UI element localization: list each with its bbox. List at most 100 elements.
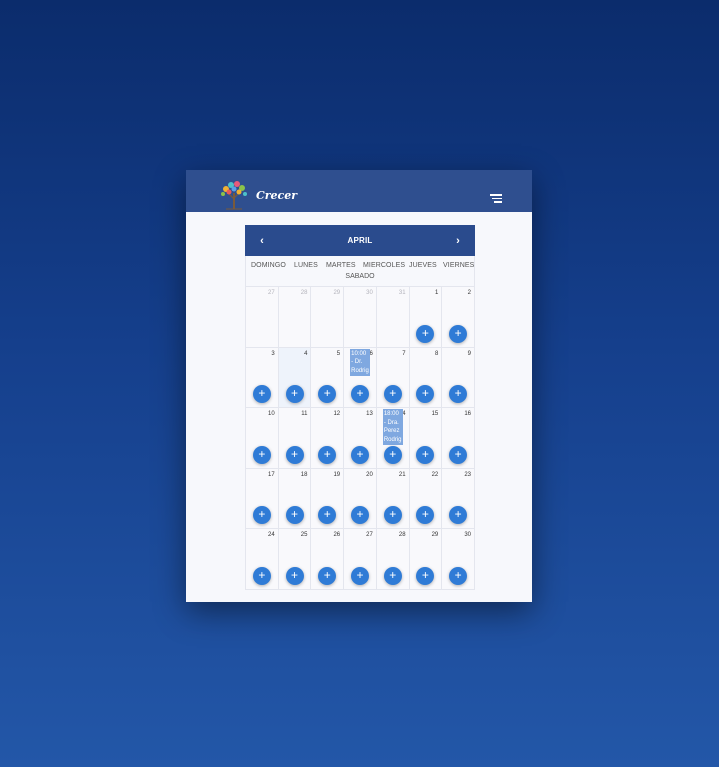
logo-text: Crecer xyxy=(256,189,298,202)
day-cell[interactable]: 28 xyxy=(278,287,312,348)
day-number: 24 xyxy=(268,532,275,538)
day-cell[interactable]: 27 xyxy=(246,287,279,348)
add-appointment-button[interactable]: + xyxy=(350,506,369,524)
day-cell[interactable]: 29 xyxy=(311,287,345,348)
day-cell[interactable]: 21 + xyxy=(376,468,410,529)
weekday-label: DOMINGO xyxy=(251,262,286,269)
day-number: 27 xyxy=(268,290,275,296)
add-appointment-button[interactable]: + xyxy=(416,506,435,524)
day-number: 26 xyxy=(333,532,341,538)
day-cell[interactable]: 19 + xyxy=(311,468,345,529)
day-cell[interactable]: 30 xyxy=(344,287,377,348)
day-cell[interactable]: 13 + xyxy=(344,408,377,469)
day-cell[interactable]: 20 + xyxy=(344,468,377,529)
day-number: 16 xyxy=(464,411,471,417)
day-cell[interactable]: 2 + xyxy=(442,287,475,348)
add-appointment-button[interactable]: + xyxy=(449,445,468,464)
add-appointment-button[interactable]: + xyxy=(416,385,435,403)
day-number: 7 xyxy=(402,350,406,357)
event-text: Rodrig xyxy=(383,436,402,443)
add-appointment-button[interactable]: + xyxy=(318,445,337,464)
day-cell[interactable]: 1 + xyxy=(409,287,443,348)
day-number: 29 xyxy=(431,532,439,538)
add-appointment-button[interactable]: + xyxy=(449,324,468,343)
day-cell[interactable]: 26 + xyxy=(311,529,345,590)
add-appointment-button[interactable]: + xyxy=(449,566,468,585)
day-cell[interactable]: 9 + xyxy=(442,347,475,408)
add-appointment-button[interactable]: + xyxy=(318,385,337,403)
appointment-event[interactable]: 10:00 - Dr. Rodrig xyxy=(350,348,371,376)
calendar-grid: 27 28 29 30 31 1 +2 +3 +4 +5 +6 10:00- Dr. Rodrig +7 +… xyxy=(245,286,475,590)
weekday-label: VIERNES xyxy=(443,262,475,269)
add-appointment-button[interactable]: + xyxy=(383,506,402,524)
add-appointment-button[interactable]: + xyxy=(383,385,402,403)
day-number: 3 xyxy=(271,350,275,357)
weekday-header: DOMINGO LUNES MARTES MIERCOLES JUEVES VI… xyxy=(245,256,475,286)
day-cell[interactable]: 28 + xyxy=(376,529,410,590)
add-appointment-button[interactable]: + xyxy=(318,566,337,585)
day-cell[interactable]: 27 + xyxy=(344,529,377,590)
app-window: Crecer ‹ APRIL › DOMINGO LUNES MARTES MI… xyxy=(186,170,532,602)
day-cell[interactable]: 30 + xyxy=(442,529,475,590)
add-appointment-button[interactable]: + xyxy=(285,445,304,464)
day-cell[interactable]: 24 + xyxy=(246,529,279,590)
add-appointment-button[interactable]: + xyxy=(318,506,337,524)
day-number: 22 xyxy=(431,471,439,478)
day-cell[interactable]: 7 + xyxy=(376,347,410,408)
day-cell[interactable]: 6 10:00- Dr. Rodrig + xyxy=(344,347,377,408)
add-appointment-button[interactable]: + xyxy=(416,566,435,585)
weekday-label: MIERCOLES xyxy=(363,262,406,269)
add-appointment-button[interactable]: + xyxy=(285,385,304,403)
add-appointment-button[interactable]: + xyxy=(252,566,271,585)
add-appointment-button[interactable]: + xyxy=(383,566,402,585)
day-cell[interactable]: 8 + xyxy=(409,347,443,408)
event-text: 10:00 xyxy=(351,350,367,357)
day-number: 15 xyxy=(431,411,439,417)
day-cell[interactable]: 17 + xyxy=(246,468,279,529)
day-number: 10 xyxy=(268,411,275,417)
day-cell[interactable]: 22 + xyxy=(409,468,443,529)
calendar-header: ‹ APRIL › xyxy=(245,225,475,256)
day-cell[interactable]: 23 + xyxy=(442,468,475,529)
day-number: 13 xyxy=(366,411,373,417)
day-cell[interactable]: 3 + xyxy=(246,347,279,408)
day-cell[interactable]: 11 + xyxy=(278,408,312,469)
calendar: ‹ APRIL › DOMINGO LUNES MARTES MIERCOLES… xyxy=(245,225,475,590)
add-appointment-button[interactable]: + xyxy=(252,506,271,524)
add-appointment-button[interactable]: + xyxy=(252,385,271,403)
day-cell[interactable]: 15 + xyxy=(409,408,443,469)
add-appointment-button[interactable]: + xyxy=(350,385,369,403)
day-cell[interactable]: 10 + xyxy=(246,408,279,469)
day-cell[interactable]: 31 xyxy=(376,287,410,348)
appointment-event[interactable]: 18:00 - Dra. Perez Rodrig xyxy=(382,409,403,445)
day-cell[interactable]: 5 + xyxy=(311,347,345,408)
day-cell[interactable]: 12 + xyxy=(311,408,345,469)
day-number: 18 xyxy=(300,471,308,478)
add-appointment-button[interactable]: + xyxy=(350,566,369,585)
day-cell[interactable]: 4 + xyxy=(278,347,312,408)
day-cell[interactable]: 18 + xyxy=(278,468,312,529)
add-appointment-button[interactable]: + xyxy=(285,506,304,524)
day-cell[interactable]: 1418:00- Dra.PerezRodrig+ xyxy=(376,408,410,469)
day-number: 27 xyxy=(366,532,373,538)
day-cell[interactable]: 16 + xyxy=(442,408,475,469)
add-appointment-button[interactable]: + xyxy=(416,445,435,464)
day-number: 28 xyxy=(398,532,406,538)
add-appointment-button[interactable]: + xyxy=(383,445,402,464)
prev-month-button[interactable]: ‹ xyxy=(257,235,267,247)
weekday-label: SABADO xyxy=(345,273,375,280)
menu-icon[interactable] xyxy=(490,194,502,203)
day-number: 25 xyxy=(300,532,308,538)
add-appointment-button[interactable]: + xyxy=(416,324,435,343)
add-appointment-button[interactable]: + xyxy=(449,385,468,403)
add-appointment-button[interactable]: + xyxy=(350,445,369,464)
day-number: 20 xyxy=(366,471,373,478)
add-appointment-button[interactable]: + xyxy=(252,445,271,464)
month-title: APRIL xyxy=(347,236,373,245)
day-cell[interactable]: 25 + xyxy=(278,529,312,590)
add-appointment-button[interactable]: + xyxy=(285,566,304,585)
day-cell[interactable]: 29 + xyxy=(409,529,443,590)
add-appointment-button[interactable]: + xyxy=(449,506,468,524)
day-number: 2 xyxy=(467,290,471,296)
next-month-button[interactable]: › xyxy=(453,235,463,247)
